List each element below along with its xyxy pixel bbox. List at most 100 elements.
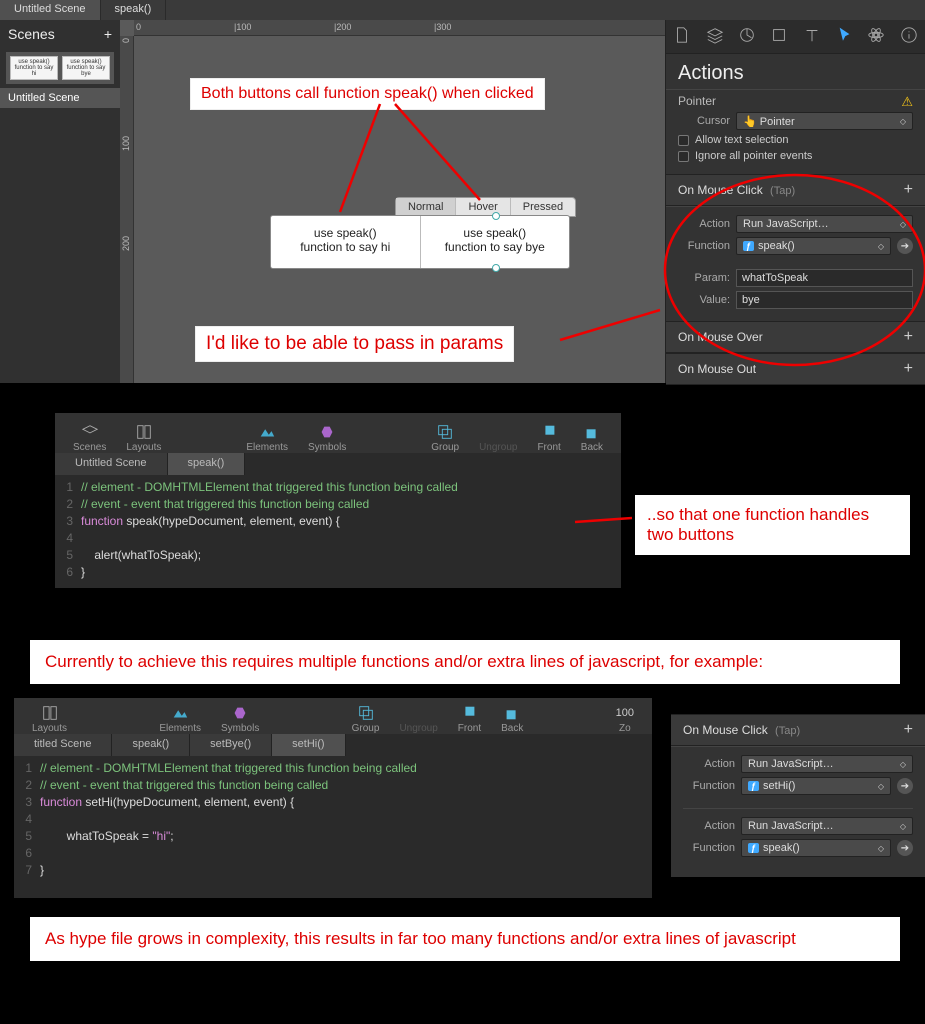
action-label: Action	[683, 820, 735, 832]
insp2-header[interactable]: On Mouse Click (Tap) +	[671, 714, 925, 746]
on-mouse-click-header[interactable]: On Mouse Click (Tap) +	[666, 174, 925, 206]
ruler-horizontal: 0 |100 |200 |300	[134, 20, 665, 36]
cursor-label: Cursor	[678, 115, 730, 127]
allow-text-checkbox[interactable]	[678, 135, 689, 146]
scene-label[interactable]: Untitled Scene	[0, 88, 120, 108]
goto-button-2[interactable]: ➔	[897, 840, 913, 856]
panel-title: Actions	[666, 54, 925, 89]
action-label: Action	[678, 218, 730, 230]
shape-icon[interactable]	[770, 26, 788, 47]
function-select-2[interactable]: ƒspeak()◇	[741, 839, 891, 857]
ignore-pointer-checkbox[interactable]	[678, 151, 689, 162]
tb-zoom[interactable]: 100Zo	[616, 703, 634, 734]
tb-layouts-2[interactable]: Layouts	[32, 703, 67, 734]
param-input[interactable]	[736, 269, 913, 287]
inspector-panel: Actions Pointer ⚠ Cursor 👆 Pointer◇ Allow…	[665, 20, 925, 383]
btn-text: function to say hi	[275, 240, 416, 254]
code-editor-2: Layouts Elements Symbols Group Ungroup F…	[14, 698, 652, 898]
code-body-1[interactable]: 123456 // element - DOMHTMLElement that …	[55, 475, 621, 581]
annotation-top: Both buttons call function speak() when …	[190, 78, 545, 110]
pointer-icon[interactable]	[835, 26, 853, 47]
canvas-button-bye[interactable]: use speak() function to say bye	[421, 216, 570, 268]
top-editor-panel: Untitled Scene speak() Scenes + use spea…	[0, 0, 925, 383]
function-label: Function	[683, 780, 735, 792]
button-state-tabs: Normal Hover Pressed	[395, 197, 576, 217]
chk-label: Allow text selection	[695, 134, 789, 146]
ctab2-setbye[interactable]: setBye()	[190, 734, 272, 756]
insp2-add-button[interactable]: +	[904, 721, 913, 739]
function-select-1[interactable]: ƒsetHi()◇	[741, 777, 891, 795]
tb-layouts[interactable]: Layouts	[126, 422, 161, 453]
layers-icon[interactable]	[706, 26, 724, 47]
cursor-select[interactable]: 👆 Pointer◇	[736, 112, 913, 130]
metrics-icon[interactable]	[738, 26, 756, 47]
add-action-button[interactable]: +	[904, 181, 913, 199]
scenes-panel: Scenes + use speak() function to say hi …	[0, 20, 120, 383]
tb-group[interactable]: Group	[431, 422, 459, 453]
warning-icon: ⚠	[901, 94, 913, 110]
tb-elements-2[interactable]: Elements	[159, 703, 201, 734]
code-editor-1: Scenes Layouts Elements Symbols Group Un…	[55, 413, 621, 588]
document-tabs: Untitled Scene speak()	[0, 0, 925, 20]
inspector-snippet: On Mouse Click (Tap) + Action Run JavaSc…	[671, 714, 925, 877]
on-mouse-over-header[interactable]: On Mouse Over+	[666, 321, 925, 353]
document-icon[interactable]	[673, 26, 691, 47]
physics-icon[interactable]	[867, 26, 885, 47]
state-tab-hover[interactable]: Hover	[456, 198, 510, 216]
goto-button-1[interactable]: ➔	[897, 778, 913, 794]
pointer-header: Pointer	[678, 94, 716, 108]
canvas-button-hi[interactable]: use speak() function to say hi	[271, 216, 421, 268]
text-icon[interactable]	[803, 26, 821, 47]
doc-tab-scene[interactable]: Untitled Scene	[0, 0, 101, 20]
tick: |300	[434, 22, 451, 32]
ctab-speak[interactable]: speak()	[168, 453, 246, 475]
ruler-vertical: 0 100 200	[120, 36, 134, 383]
inspector-toolbar	[666, 20, 925, 54]
code-tabs-2: titled Scene speak() setBye() setHi()	[14, 734, 652, 756]
code-body-2[interactable]: 1234567 // element - DOMHTMLElement that…	[14, 756, 652, 879]
add-over-button[interactable]: +	[904, 328, 913, 346]
action-select-1[interactable]: Run JavaScript…◇	[741, 755, 913, 773]
on-mouse-out-header[interactable]: On Mouse Out+	[666, 353, 925, 385]
state-tab-pressed[interactable]: Pressed	[511, 198, 575, 216]
tb-symbols[interactable]: Symbols	[308, 422, 346, 453]
goto-function-button[interactable]: ➔	[897, 238, 913, 254]
tick: 100	[121, 136, 131, 151]
state-tab-normal[interactable]: Normal	[396, 198, 456, 216]
tb-back-2[interactable]: Back	[501, 703, 523, 734]
ctab2-sethi[interactable]: setHi()	[272, 734, 345, 756]
tick: |200	[334, 22, 351, 32]
tb-front-2[interactable]: Front	[458, 703, 481, 734]
tb-front[interactable]: Front	[537, 422, 560, 453]
btn-text: use speak()	[275, 226, 416, 240]
tb-elements[interactable]: Elements	[246, 422, 288, 453]
tb-scenes[interactable]: Scenes	[73, 422, 106, 453]
scene-thumbnail[interactable]: use speak() function to say hi use speak…	[6, 52, 114, 84]
ctab2-speak[interactable]: speak()	[112, 734, 190, 756]
tick: |100	[234, 22, 251, 32]
function-select[interactable]: ƒspeak()◇	[736, 237, 891, 255]
chk-label: Ignore all pointer events	[695, 150, 812, 162]
tb-ungroup[interactable]: Ungroup	[479, 422, 517, 453]
value-input[interactable]	[736, 291, 913, 309]
canvas-button-group[interactable]: use speak() function to say hi use speak…	[270, 215, 570, 269]
add-scene-button[interactable]: +	[104, 26, 112, 42]
doc-tab-speak[interactable]: speak()	[101, 0, 167, 20]
tb-ungroup-2[interactable]: Ungroup	[399, 703, 437, 734]
tb-group-2[interactable]: Group	[352, 703, 380, 734]
annotation-right: ..so that one function handles two butto…	[635, 495, 910, 555]
click-section: Action Run JavaScript…◇ Function ƒspeak(…	[666, 206, 925, 321]
param-label: Param:	[678, 272, 730, 284]
action-select[interactable]: Run JavaScript…◇	[736, 215, 913, 233]
info-icon[interactable]	[900, 26, 918, 47]
tb-symbols-2[interactable]: Symbols	[221, 703, 259, 734]
code-toolbar-2: Layouts Elements Symbols Group Ungroup F…	[14, 698, 652, 734]
ctab2-scene[interactable]: titled Scene	[14, 734, 112, 756]
ctab-scene[interactable]: Untitled Scene	[55, 453, 168, 475]
action-select-2[interactable]: Run JavaScript…◇	[741, 817, 913, 835]
add-out-button[interactable]: +	[904, 360, 913, 378]
tick: 0	[121, 38, 131, 43]
tb-back[interactable]: Back	[581, 422, 603, 453]
action-label: Action	[683, 758, 735, 770]
thumb-btn-2: use speak() function to say bye	[62, 56, 110, 80]
